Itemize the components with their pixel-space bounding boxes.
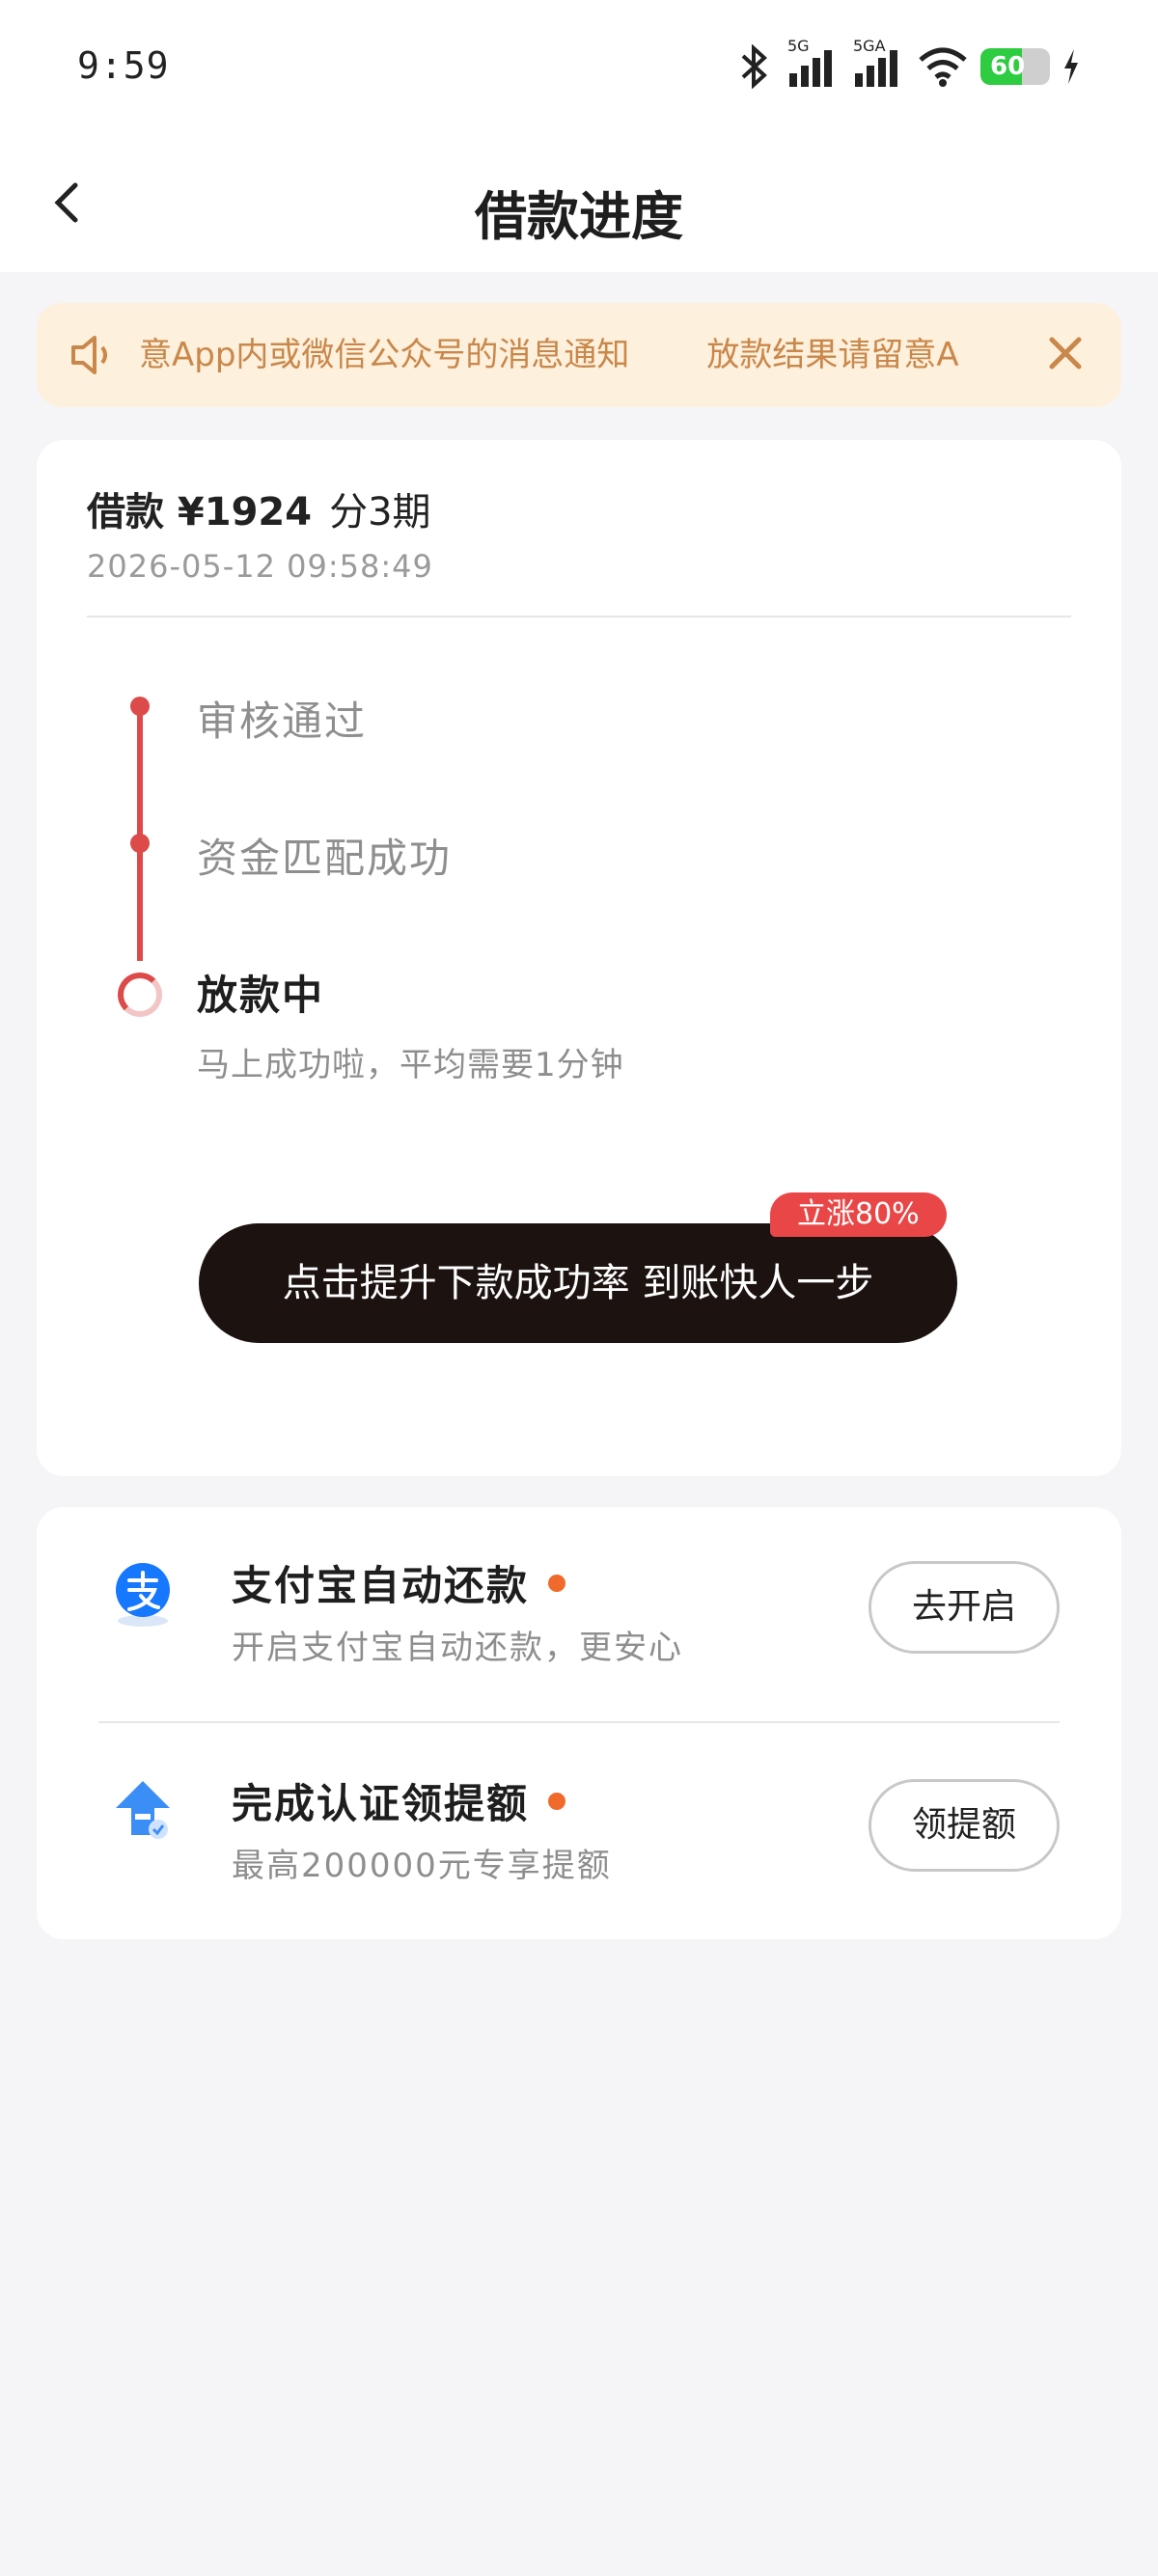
notice-text: 意App内或微信公众号的消息通知 放款结果请留意A — [139, 303, 1015, 407]
loan-progress-card: 借款 ¥1924 分3期 2026-05-12 09:58:49 审核通过 资金匹… — [37, 440, 1121, 1476]
nav-header: 借款进度 — [0, 135, 1158, 272]
wifi-icon — [917, 44, 969, 89]
status-icons: 5G 5GA 60 — [735, 37, 1081, 91]
timeline-connector — [137, 708, 143, 843]
service-desc: 最高200000元专享提额 — [232, 1847, 612, 1885]
speaker-icon — [69, 334, 116, 380]
service-desc: 开启支付宝自动还款，更安心 — [232, 1629, 683, 1667]
status-bar: 9:59 5G 5GA 60 — [0, 0, 1158, 135]
signal-5g-icon: 5G — [786, 37, 840, 89]
charging-icon — [1062, 47, 1081, 86]
notice-text-a: 意App内或微信公众号的消息通知 — [139, 336, 630, 374]
page-title: 借款进度 — [475, 186, 683, 247]
step-label-active: 放款中 — [197, 972, 325, 1019]
services-card: 支付宝自动还款 开启支付宝自动还款，更安心 去开启 完成认证领提额 最高2000… — [37, 1507, 1121, 1939]
signal-5g-label: 5G — [787, 37, 810, 55]
step-dot-done — [130, 834, 150, 853]
divider — [98, 1721, 1060, 1723]
new-badge-dot — [548, 1793, 565, 1810]
notice-text-b: 放款结果请留意A — [706, 336, 959, 374]
battery-level: 60 — [990, 52, 1026, 81]
status-time: 9:59 — [77, 44, 170, 87]
step-label: 审核通过 — [197, 698, 368, 745]
service-item-alipay: 支付宝自动还款 开启支付宝自动还款，更安心 去开启 — [37, 1507, 1121, 1700]
signal-5ga-label: 5GA — [853, 37, 886, 55]
service-name: 支付宝自动还款 — [232, 1562, 530, 1609]
notice-banner: 意App内或微信公众号的消息通知 放款结果请留意A — [37, 303, 1121, 407]
battery-indicator: 60 — [980, 48, 1050, 85]
step-label: 资金匹配成功 — [197, 835, 453, 882]
signal-5ga-icon: 5GA — [851, 37, 905, 89]
step-dot-done — [130, 697, 150, 716]
enable-alipay-button[interactable]: 去开启 — [868, 1561, 1060, 1654]
step-loading-icon — [118, 973, 162, 1017]
credit-up-icon — [106, 1775, 179, 1849]
boost-success-button[interactable]: 点击提升下款成功率 到账快人一步 — [199, 1223, 957, 1343]
boost-badge: 立涨80% — [770, 1192, 947, 1237]
timeline-connector — [137, 843, 143, 961]
service-item-credit: 完成认证领提额 最高200000元专享提额 领提额 — [37, 1725, 1121, 1918]
new-badge-dot — [548, 1575, 565, 1592]
bluetooth-icon — [735, 44, 774, 89]
close-icon[interactable] — [1044, 332, 1087, 378]
service-name: 完成认证领提额 — [232, 1780, 530, 1827]
alipay-icon — [106, 1557, 179, 1631]
step-sub-text: 马上成功啦，平均需要1分钟 — [197, 1046, 624, 1084]
raise-limit-button[interactable]: 领提额 — [868, 1779, 1060, 1872]
